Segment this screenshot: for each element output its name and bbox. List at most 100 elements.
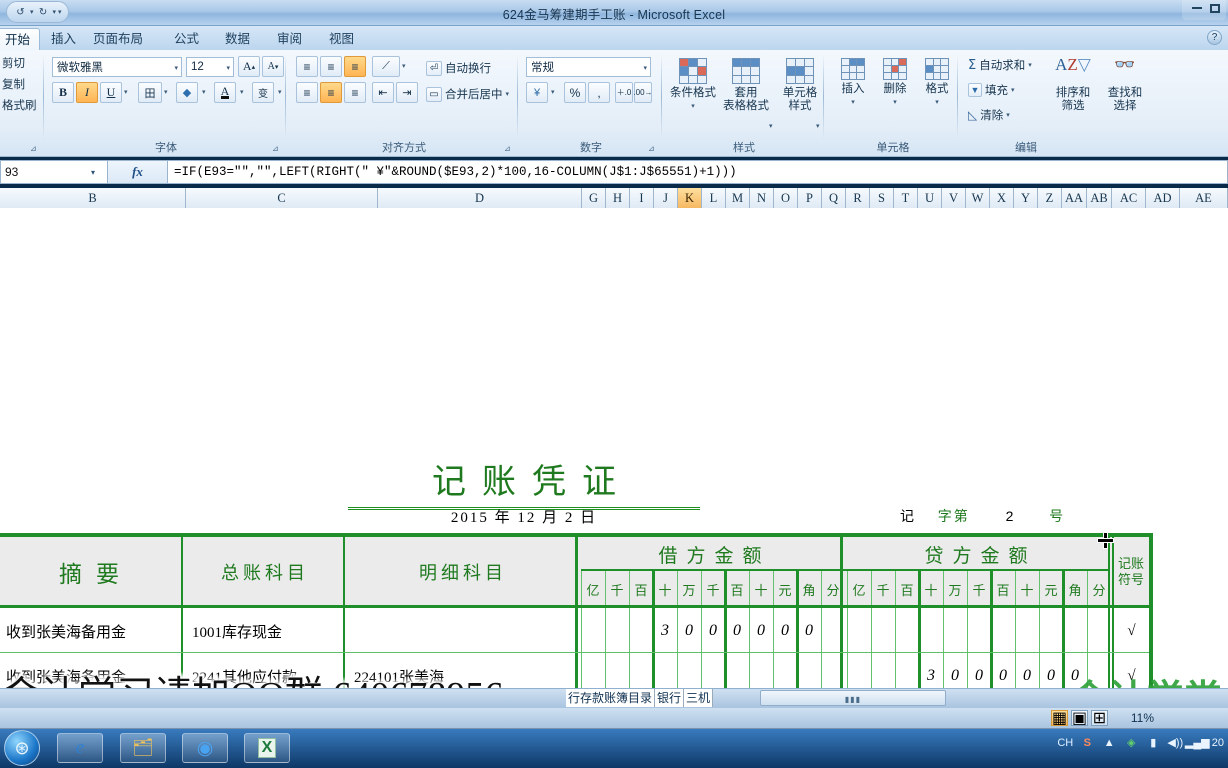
chevron-down-icon[interactable]: ▾: [1028, 61, 1032, 69]
table-row[interactable]: 收到张美海备用金: [1, 611, 179, 651]
ime-indicator[interactable]: CH: [1058, 735, 1073, 750]
network-icon[interactable]: ▂▄▆: [1190, 735, 1205, 750]
borders-button[interactable]: 田: [138, 82, 162, 103]
table-format-dropdown-icon[interactable]: ▾: [769, 122, 773, 130]
column-header-B[interactable]: B: [0, 188, 186, 208]
start-button[interactable]: ⊛: [4, 730, 40, 766]
italic-button[interactable]: I: [76, 82, 98, 103]
decrease-decimal-button[interactable]: .00→: [634, 82, 652, 103]
help-icon[interactable]: ?: [1207, 30, 1222, 45]
zoom-level[interactable]: 11%: [1131, 711, 1154, 725]
column-header-P[interactable]: P: [798, 188, 822, 208]
column-header-C[interactable]: C: [186, 188, 378, 208]
column-header-AB[interactable]: AB: [1087, 188, 1112, 208]
merge-center-button[interactable]: ▭ 合并后居中 ▾: [426, 86, 509, 102]
orientation-dropdown-icon[interactable]: ▾: [402, 62, 406, 70]
tab-insert[interactable]: 插入: [42, 28, 85, 50]
font-color-dropdown-icon[interactable]: ▾: [240, 88, 244, 96]
taskbar-item-google-chrome[interactable]: ◉: [182, 733, 228, 763]
sheet-tabs[interactable]: 行存款账簿目录 银行 三机: [566, 689, 713, 707]
insert-cells-button[interactable]: 插入 ▾: [831, 56, 875, 109]
scrollbar-grip[interactable]: ▮▮▮: [845, 695, 861, 704]
taskbar-item-file-explorer[interactable]: 🗂: [120, 733, 166, 763]
table-row[interactable]: 1001库存现金: [187, 611, 341, 651]
number-format-select[interactable]: 常规 ▾: [526, 57, 651, 77]
fill-color-dropdown-icon[interactable]: ▾: [202, 88, 206, 96]
page-break-view-button[interactable]: ⊞: [1091, 710, 1108, 726]
align-center-button[interactable]: ≡: [320, 82, 342, 103]
column-header-O[interactable]: O: [774, 188, 798, 208]
tab-data[interactable]: 数据: [216, 28, 259, 50]
chevron-down-icon[interactable]: ▾: [226, 64, 230, 72]
font-color-button[interactable]: A: [214, 82, 236, 103]
clipboard-dialog-launcher[interactable]: ⊿: [30, 144, 40, 154]
accounting-dropdown-icon[interactable]: ▾: [551, 88, 555, 96]
column-header-W[interactable]: W: [966, 188, 990, 208]
column-header-I[interactable]: I: [630, 188, 654, 208]
align-top-button[interactable]: ≡: [296, 56, 318, 77]
column-header-AE[interactable]: AE: [1180, 188, 1228, 208]
column-header-Y[interactable]: Y: [1014, 188, 1038, 208]
column-header-K[interactable]: K: [678, 188, 702, 208]
column-header-AD[interactable]: AD: [1146, 188, 1180, 208]
copy-button[interactable]: 复制: [2, 76, 25, 92]
increase-indent-button[interactable]: ⇥: [396, 82, 418, 103]
comma-format-button[interactable]: ,: [588, 82, 610, 103]
phonetic-dropdown-icon[interactable]: ▾: [278, 88, 282, 96]
show-hidden-icons-icon[interactable]: ▲: [1102, 735, 1117, 750]
increase-font-size-button[interactable]: A▴: [238, 56, 260, 77]
phonetic-guide-button[interactable]: 变: [252, 82, 274, 103]
column-header-J[interactable]: J: [654, 188, 678, 208]
cell-styles-button[interactable]: 单元格 样式: [774, 56, 826, 113]
minimize-icon[interactable]: [1192, 7, 1202, 9]
taskbar-item-internet-explorer[interactable]: e: [57, 733, 103, 763]
column-header-T[interactable]: T: [894, 188, 918, 208]
fill-button[interactable]: ▼ 填充 ▾: [968, 82, 1015, 98]
cut-button[interactable]: 剪切: [2, 55, 25, 71]
chevron-down-icon[interactable]: ▾: [873, 96, 917, 109]
merge-dropdown-icon[interactable]: ▾: [506, 90, 510, 98]
chevron-down-icon[interactable]: ▾: [174, 64, 178, 72]
percent-format-button[interactable]: %: [564, 82, 586, 103]
restore-icon[interactable]: [1210, 4, 1220, 13]
column-header-U[interactable]: U: [918, 188, 942, 208]
increase-decimal-button[interactable]: ＋.0: [615, 82, 633, 103]
tab-home[interactable]: 开始: [0, 28, 40, 50]
formula-input[interactable]: =IF(E93="","",LEFT(RIGHT(" ¥"&ROUND($E93…: [168, 160, 1228, 184]
sogou-icon[interactable]: S: [1080, 735, 1095, 750]
page-layout-view-button[interactable]: ▣: [1071, 710, 1088, 726]
security-shield-icon[interactable]: ◈: [1124, 735, 1139, 750]
column-header-H[interactable]: H: [606, 188, 630, 208]
view-buttons[interactable]: ▦ ▣ ⊞: [1051, 710, 1108, 726]
column-header-X[interactable]: X: [990, 188, 1014, 208]
sheet-tab-1[interactable]: 银行: [655, 689, 684, 707]
battery-icon[interactable]: ▮: [1146, 735, 1161, 750]
format-painter-button[interactable]: 格式刷: [2, 97, 37, 113]
name-box[interactable]: 93 ▾: [0, 160, 108, 184]
sheet-tab-0[interactable]: 行存款账簿目录: [566, 689, 655, 707]
underline-dropdown-icon[interactable]: ▾: [124, 88, 128, 96]
chevron-down-icon[interactable]: ▾: [831, 96, 875, 109]
tab-view[interactable]: 视图: [320, 28, 363, 50]
accounting-format-button[interactable]: ¥: [526, 82, 548, 103]
font-dialog-launcher[interactable]: ⊿: [272, 144, 282, 154]
decrease-indent-button[interactable]: ⇤: [372, 82, 394, 103]
normal-view-button[interactable]: ▦: [1051, 710, 1068, 726]
tab-page-layout[interactable]: 页面布局: [84, 28, 152, 50]
number-dialog-launcher[interactable]: ⊿: [648, 144, 658, 154]
clock[interactable]: 20: [1212, 735, 1224, 750]
fill-color-button[interactable]: ◆: [176, 82, 198, 103]
clear-button[interactable]: ◺ 清除 ▾: [968, 107, 1010, 123]
sort-filter-button[interactable]: AZ▽ 排序和 筛选: [1048, 56, 1098, 113]
column-header-V[interactable]: V: [942, 188, 966, 208]
align-middle-button[interactable]: ≡: [320, 56, 342, 77]
chevron-down-icon[interactable]: ▾: [1011, 86, 1015, 94]
column-header-D[interactable]: D: [378, 188, 582, 208]
format-cells-button[interactable]: 格式 ▾: [915, 56, 959, 109]
chevron-down-icon[interactable]: ▾: [643, 64, 647, 72]
column-header-G[interactable]: G: [582, 188, 606, 208]
format-as-table-button[interactable]: 套用 表格格式: [720, 56, 772, 113]
autosum-button[interactable]: Σ 自动求和 ▾: [968, 57, 1032, 73]
worksheet-grid[interactable]: 记账凭证 2015 年 12 月 2 日 记 字第 2 号 摘要 总账科目 明细…: [0, 208, 1228, 688]
borders-dropdown-icon[interactable]: ▾: [164, 88, 168, 96]
